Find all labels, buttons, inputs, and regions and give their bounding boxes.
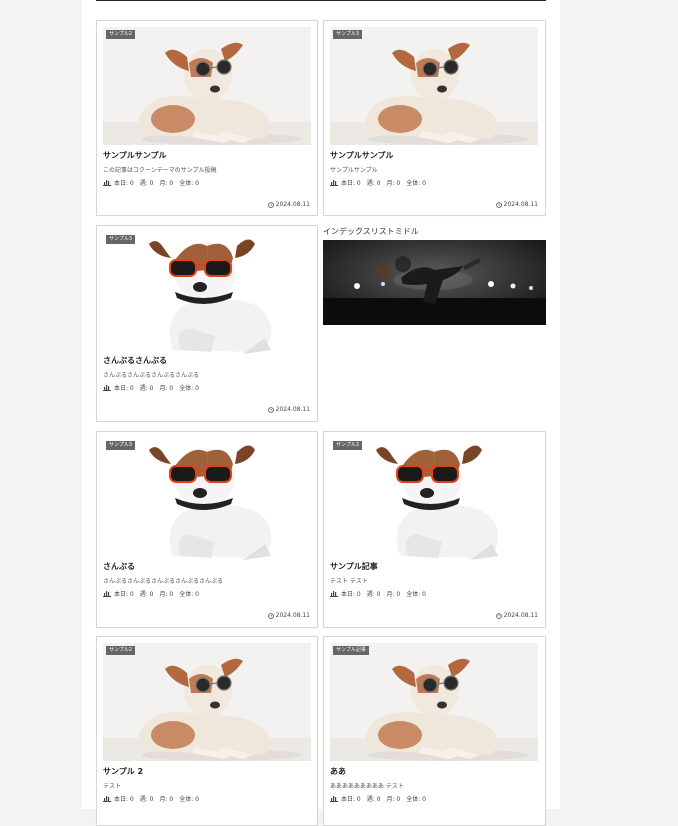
post-stats: 本日: 0 週: 0 月: 0 全体: 0	[103, 794, 199, 803]
post-card[interactable]: サンプル3 さんぷるさんぷる さんぷるさんぷるさんぷるさんぷる 本日: 0 週:…	[96, 225, 318, 422]
post-card[interactable]: サンプル2 サンプルサンプル この記事はコクーンテーマのサンプル投稿 本日: 0…	[96, 20, 318, 216]
post-date: 2024.08.11	[268, 201, 310, 208]
date-text: 2024.08.11	[275, 406, 310, 413]
post-excerpt: さんぷるさんぷるさんぷるさんぷるさんぷる	[103, 578, 224, 585]
post-thumbnail[interactable]: サンプル3	[103, 438, 311, 560]
post-excerpt: この記事はコクーンテーマのサンプル投稿	[103, 167, 217, 174]
post-date: 2024.08.11	[268, 612, 310, 619]
clock-icon	[496, 613, 502, 619]
post-thumbnail[interactable]: サンプル2	[103, 27, 311, 145]
clock-icon	[268, 613, 274, 619]
post-title[interactable]: さんぷるさんぷる	[103, 355, 167, 366]
stats-text: 本日: 0 週: 0 月: 0 全体: 0	[341, 796, 426, 803]
dog-sunglasses-image	[330, 27, 538, 145]
post-excerpt: あああああああああ テスト	[330, 783, 404, 790]
stats-text: 本日: 0 週: 0 月: 0 全体: 0	[341, 180, 426, 187]
category-label[interactable]: サンプル3	[106, 441, 136, 450]
top-divider	[96, 0, 546, 1]
bar-chart-icon	[103, 795, 111, 802]
post-card[interactable]: サンプル3 サンプルサンプル サンプルサンプル 本日: 0 週: 0 月: 0 …	[323, 20, 546, 216]
bar-chart-icon	[330, 795, 338, 802]
post-card[interactable]: サンプル記事 ああ あああああああああ テスト 本日: 0 週: 0 月: 0 …	[323, 636, 546, 826]
post-thumbnail[interactable]: サンプル記事	[330, 643, 538, 761]
bar-chart-icon	[330, 179, 338, 186]
post-excerpt: テスト テスト	[330, 578, 368, 585]
post-thumbnail[interactable]: サンプル2	[103, 643, 311, 761]
football-player-image[interactable]	[323, 240, 546, 325]
dog-sunglasses-image	[103, 643, 311, 761]
post-stats: 本日: 0 週: 0 月: 0 全体: 0	[330, 794, 426, 803]
stats-text: 本日: 0 週: 0 月: 0 全体: 0	[114, 591, 199, 598]
category-label[interactable]: サンプル2	[106, 646, 136, 655]
post-title[interactable]: サンプル 2	[103, 766, 143, 777]
post-title[interactable]: サンプルサンプル	[103, 150, 167, 161]
post-card[interactable]: サンプル2 サンプル記事 テスト テスト 本日: 0 週: 0 月: 0 全体:…	[323, 431, 546, 628]
post-stats: 本日: 0 週: 0 月: 0 全体: 0	[103, 178, 199, 187]
post-excerpt: サンプルサンプル	[330, 167, 378, 174]
dog-red-sunglasses-image	[103, 232, 311, 354]
bar-chart-icon	[103, 384, 111, 391]
date-text: 2024.08.11	[275, 201, 310, 208]
widget-title: インデックスリストミドル	[323, 227, 419, 236]
post-card[interactable]: サンプル2 サンプル 2 テスト 本日: 0 週: 0 月: 0 全体: 0	[96, 636, 318, 826]
category-label[interactable]: サンプル3	[106, 235, 136, 244]
post-date: 2024.08.11	[496, 612, 538, 619]
clock-icon	[268, 407, 274, 413]
stats-text: 本日: 0 週: 0 月: 0 全体: 0	[114, 385, 199, 392]
category-label[interactable]: サンプル2	[106, 30, 136, 39]
stats-text: 本日: 0 週: 0 月: 0 全体: 0	[341, 591, 426, 598]
post-stats: 本日: 0 週: 0 月: 0 全体: 0	[330, 589, 426, 598]
date-text: 2024.08.11	[503, 612, 538, 619]
dog-sunglasses-image	[330, 643, 538, 761]
post-stats: 本日: 0 週: 0 月: 0 全体: 0	[330, 178, 426, 187]
post-title[interactable]: ああ	[330, 766, 346, 777]
post-thumbnail[interactable]: サンプル3	[330, 27, 538, 145]
post-title[interactable]: さんぷる	[103, 561, 135, 572]
post-thumbnail[interactable]: サンプル3	[103, 232, 311, 354]
stats-text: 本日: 0 週: 0 月: 0 全体: 0	[114, 796, 199, 803]
post-thumbnail[interactable]: サンプル2	[330, 438, 538, 560]
bar-chart-icon	[103, 179, 111, 186]
clock-icon	[496, 202, 502, 208]
post-excerpt: さんぷるさんぷるさんぷるさんぷる	[103, 372, 200, 379]
dog-red-sunglasses-image	[330, 438, 538, 560]
post-card[interactable]: サンプル3 さんぷる さんぷるさんぷるさんぷるさんぷるさんぷる 本日: 0 週:…	[96, 431, 318, 628]
category-label[interactable]: サンプル記事	[333, 646, 369, 655]
category-label[interactable]: サンプル3	[333, 30, 363, 39]
date-text: 2024.08.11	[275, 612, 310, 619]
post-date: 2024.08.11	[268, 406, 310, 413]
post-title[interactable]: サンプルサンプル	[330, 150, 394, 161]
post-title[interactable]: サンプル記事	[330, 561, 378, 572]
date-text: 2024.08.11	[503, 201, 538, 208]
bar-chart-icon	[330, 590, 338, 597]
dog-red-sunglasses-image	[103, 438, 311, 560]
category-label[interactable]: サンプル2	[333, 441, 363, 450]
stats-text: 本日: 0 週: 0 月: 0 全体: 0	[114, 180, 199, 187]
dog-sunglasses-image	[103, 27, 311, 145]
clock-icon	[268, 202, 274, 208]
post-stats: 本日: 0 週: 0 月: 0 全体: 0	[103, 383, 199, 392]
post-excerpt: テスト	[103, 783, 122, 790]
post-stats: 本日: 0 週: 0 月: 0 全体: 0	[103, 589, 199, 598]
bar-chart-icon	[103, 590, 111, 597]
post-date: 2024.08.11	[496, 201, 538, 208]
